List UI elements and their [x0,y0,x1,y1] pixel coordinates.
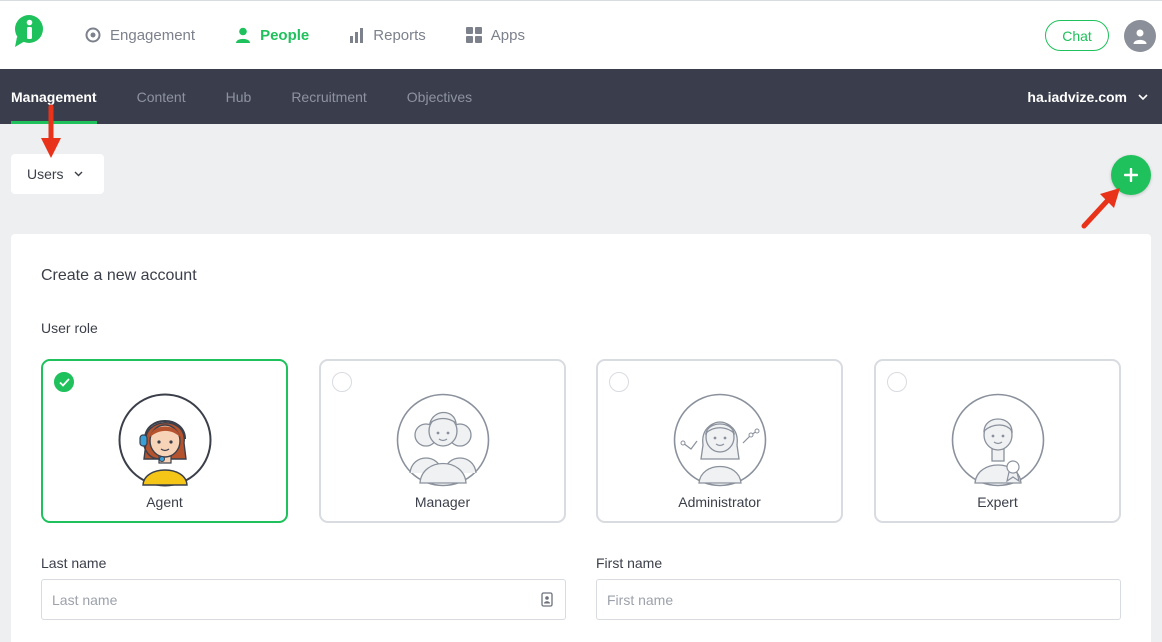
role-name-agent: Agent [146,494,183,510]
plus-icon [1124,168,1138,182]
radio-checked[interactable] [54,372,74,392]
person-icon [236,27,251,43]
first-name-label: First name [596,555,663,571]
nav-reports-label: Reports [373,26,426,44]
check-icon [58,377,70,387]
role-option-manager[interactable]: Manager [319,359,566,523]
annotation-arrow-up-right [1081,188,1120,229]
role-option-expert[interactable]: Expert [874,359,1121,523]
nav-engagement-label: Engagement [110,26,196,44]
administrator-avatar-icon [673,393,767,487]
bar-chart-icon [350,27,364,43]
nav-people[interactable]: People [235,27,309,44]
last-name-input[interactable] [52,591,514,608]
radio-unchecked[interactable] [887,372,907,392]
tab-recruitment[interactable]: Recruitment [291,69,366,124]
last-name-field[interactable] [41,579,566,620]
users-dropdown[interactable]: Users [11,154,104,194]
grid-icon [465,27,482,43]
target-icon [85,27,101,43]
radio-unchecked[interactable] [609,372,629,392]
main-nav: Engagement People Reports Apps [85,1,565,69]
nav-reports[interactable]: Reports [349,27,426,44]
role-name-manager: Manager [414,494,471,510]
sub-nav: Management Content Hub Recruitment Objec… [0,69,1162,124]
role-option-agent[interactable]: Agent [41,359,288,523]
role-option-administrator[interactable]: Administrator [596,359,843,523]
users-dropdown-label: Users [27,166,64,182]
user-role-label: User role [41,320,98,336]
user-icon [1133,29,1147,44]
chevron-down-icon [1138,93,1148,100]
first-name-field[interactable] [596,579,1121,620]
tab-objectives[interactable]: Objectives [407,69,472,124]
contact-card-icon[interactable] [541,592,553,607]
create-account-card: Create a new account User role Agent Man… [11,234,1151,642]
avatar[interactable] [1124,20,1156,52]
expert-avatar-icon [951,393,1045,487]
iadvize-logo[interactable] [12,15,46,47]
tab-hub[interactable]: Hub [226,69,252,124]
annotation-arrow-down [41,104,61,158]
domain-selector[interactable]: ha.iadvize.com [1027,69,1148,124]
manager-avatar-icon [396,393,490,487]
radio-unchecked[interactable] [332,372,352,392]
first-name-input[interactable] [607,591,1069,608]
nav-people-label: People [260,26,310,44]
role-name-administrator: Administrator [678,494,761,510]
top-bar: Engagement People Reports Apps Chat [0,0,1162,69]
domain-label: ha.iadvize.com [1027,88,1127,105]
nav-apps-label: Apps [490,26,525,44]
tab-content[interactable]: Content [137,69,186,124]
agent-avatar-icon [118,393,212,487]
chevron-down-icon [74,171,83,177]
role-name-expert: Expert [977,494,1018,510]
card-title: Create a new account [41,267,197,284]
chat-button[interactable]: Chat [1045,20,1109,51]
nav-engagement[interactable]: Engagement [85,27,195,44]
last-name-label: Last name [41,555,107,571]
nav-apps[interactable]: Apps [465,26,525,44]
